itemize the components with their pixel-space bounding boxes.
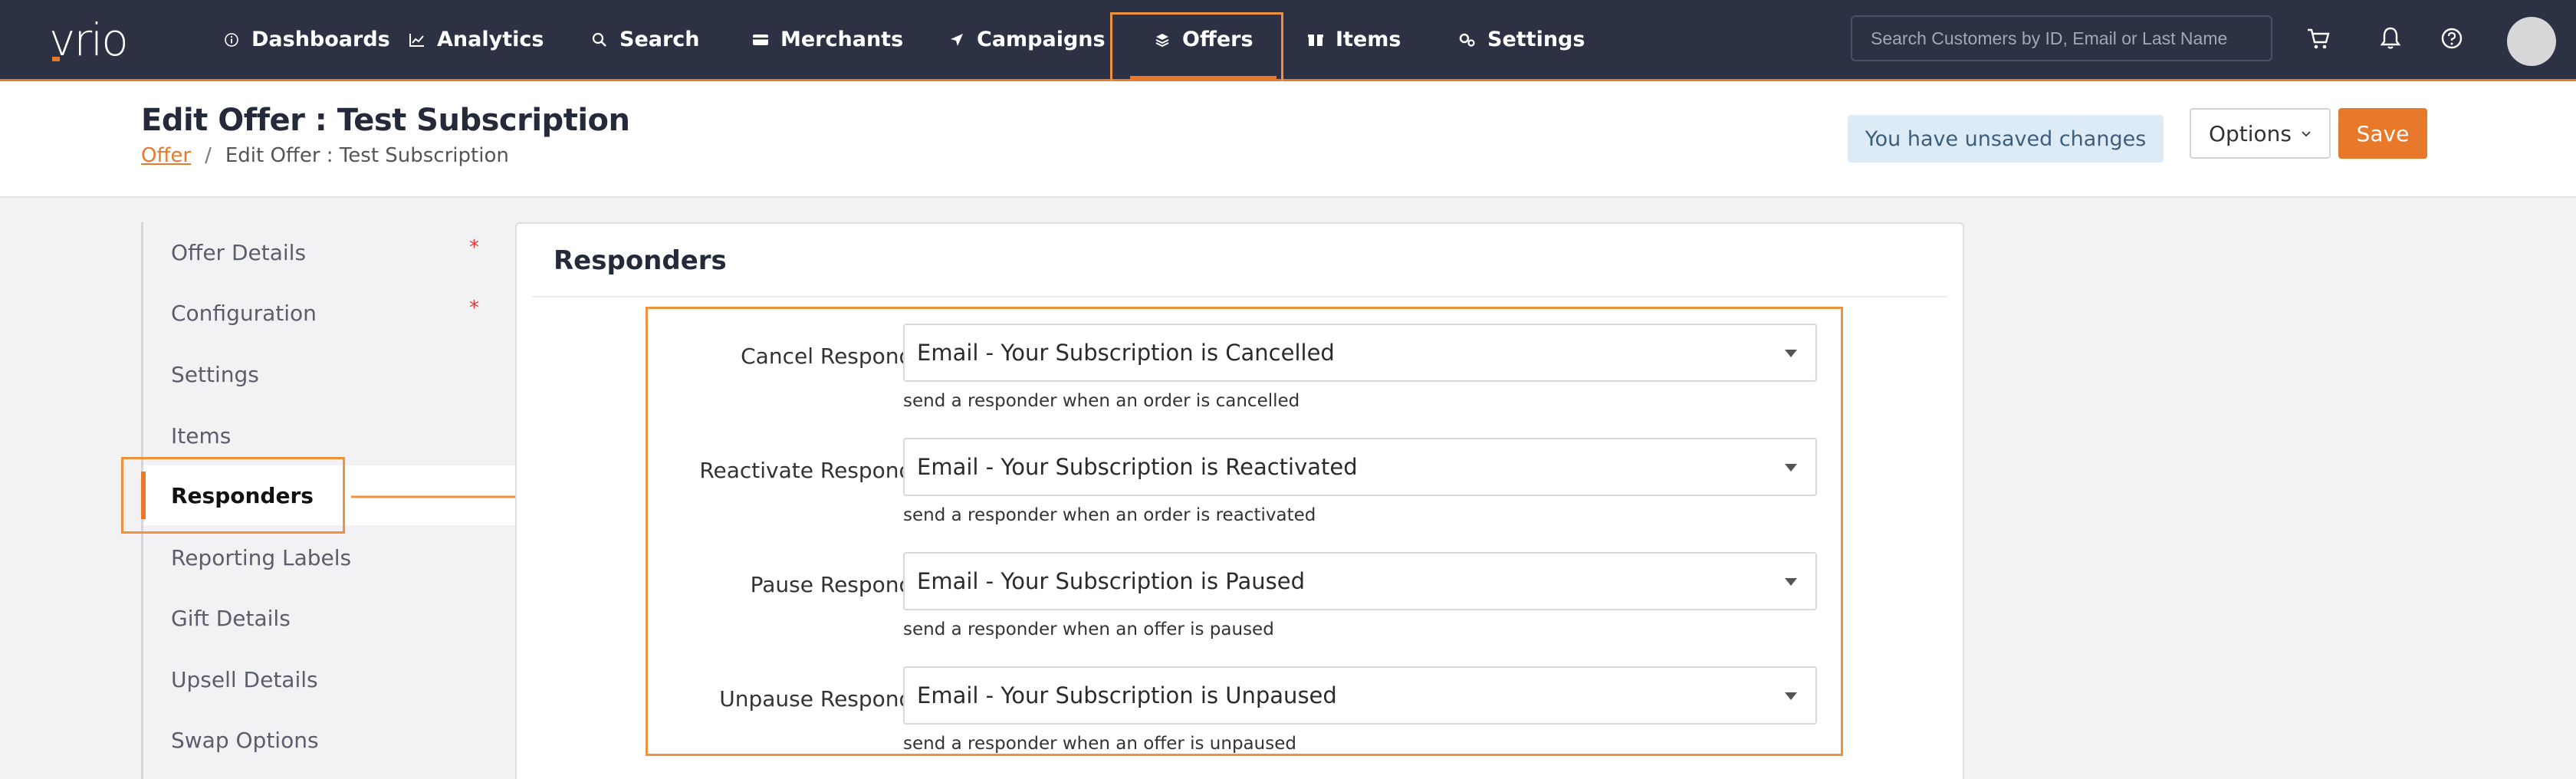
caret-down-icon — [1785, 464, 1797, 472]
paper-plane-icon — [948, 31, 966, 49]
pause-responder-help: send a responder when an offer is paused — [903, 620, 1274, 639]
nav-offers[interactable]: Offers — [1130, 0, 1276, 79]
unpause-responder-help: send a responder when an offer is unpaus… — [903, 734, 1296, 754]
nav-campaigns[interactable]: Campaigns — [948, 0, 1106, 79]
breadcrumb: Offer / Edit Offer : Test Subscription — [141, 144, 509, 167]
unsaved-changes-notice: You have unsaved changes — [1848, 115, 2164, 163]
responders-panel: Responders Cancel Responder: Email - You… — [515, 222, 1964, 779]
vrio-logo[interactable]: vrio — [49, 17, 172, 63]
box-icon — [1306, 31, 1325, 49]
nav-dashboards[interactable]: Dashboards — [222, 0, 390, 79]
sidebar-item-swap-options[interactable]: Swap Options — [143, 710, 518, 770]
bell-icon[interactable] — [2375, 23, 2406, 54]
sidebar-item-items[interactable]: Items — [143, 406, 518, 465]
user-avatar[interactable] — [2507, 17, 2556, 66]
line-chart-icon — [408, 31, 426, 49]
breadcrumb-separator: / — [205, 144, 212, 167]
gears-icon — [1458, 31, 1477, 49]
customer-search-input[interactable] — [1851, 15, 2272, 61]
required-marker: * — [469, 236, 479, 259]
breadcrumb-offer-link[interactable]: Offer — [141, 144, 191, 167]
cancel-responder-help: send a responder when an order is cancel… — [903, 391, 1300, 411]
credit-card-icon — [751, 31, 770, 49]
cancel-responder-select[interactable]: Email - Your Subscription is Cancelled — [903, 324, 1817, 382]
page-header: Edit Offer : Test Subscription Offer / E… — [0, 81, 2576, 198]
sidebar-item-offer-details[interactable]: Offer Details * — [143, 222, 518, 282]
caret-down-icon — [1785, 692, 1797, 700]
nav-analytics[interactable]: Analytics — [408, 0, 544, 79]
help-icon[interactable] — [2436, 23, 2467, 54]
caret-down-icon — [1785, 578, 1797, 586]
reactivate-responder-select[interactable]: Email - Your Subscription is Reactivated — [903, 438, 1817, 496]
reactivate-responder-help: send a responder when an order is reacti… — [903, 505, 1316, 525]
search-icon — [590, 31, 609, 49]
breadcrumb-current: Edit Offer : Test Subscription — [225, 144, 509, 167]
unpause-responder-select[interactable]: Email - Your Subscription is Unpaused — [903, 666, 1817, 725]
chevron-down-icon — [2301, 126, 2312, 142]
nav-search[interactable]: Search — [590, 0, 700, 79]
nav-items[interactable]: Items — [1306, 0, 1401, 79]
info-circle-icon — [222, 31, 241, 49]
required-marker: * — [469, 297, 479, 320]
panel-divider — [532, 296, 1947, 297]
panel-title: Responders — [554, 245, 727, 276]
nav-merchants[interactable]: Merchants — [751, 0, 903, 79]
options-button[interactable]: Options — [2190, 108, 2331, 159]
caret-down-icon — [1785, 350, 1797, 357]
pause-responder-select[interactable]: Email - Your Subscription is Paused — [903, 552, 1817, 610]
sidebar-item-gift-details[interactable]: Gift Details — [143, 588, 518, 648]
sidebar-item-reporting-labels[interactable]: Reporting Labels — [143, 528, 518, 587]
page-title: Edit Offer : Test Subscription — [141, 103, 630, 138]
cart-icon[interactable] — [2303, 23, 2334, 54]
sidebar-item-configuration[interactable]: Configuration * — [143, 283, 518, 343]
top-nav-bar: vrio Dashboards Analytics Search Merchan… — [0, 0, 2576, 81]
nav-settings[interactable]: Settings — [1458, 0, 1585, 79]
layers-icon — [1153, 31, 1171, 49]
sidebar-item-settings[interactable]: Settings — [143, 344, 518, 404]
save-button[interactable]: Save — [2338, 108, 2427, 159]
sidebar-item-upsell-details[interactable]: Upsell Details — [143, 649, 518, 709]
